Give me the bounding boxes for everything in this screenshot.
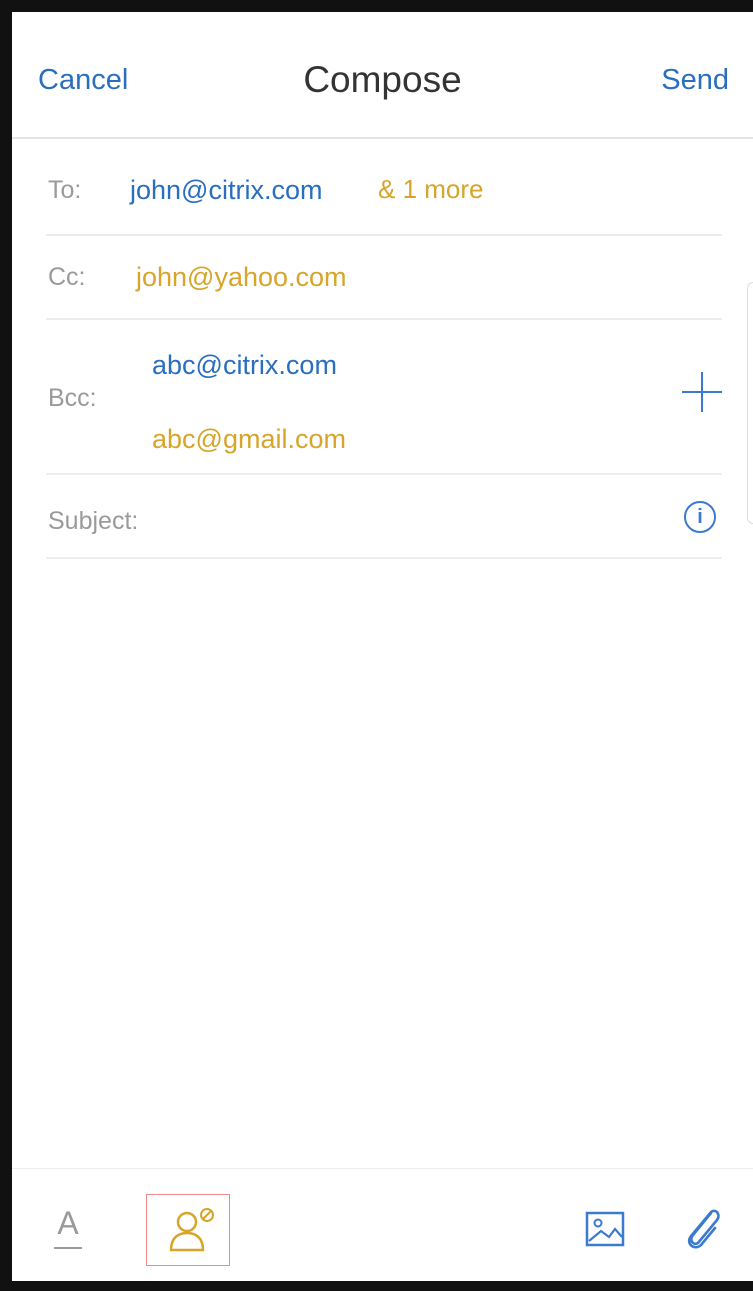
to-label: To: — [48, 176, 82, 204]
compose-header: Cancel Compose Send — [12, 12, 753, 139]
paperclip-icon[interactable] — [681, 1203, 725, 1251]
font-underline — [54, 1247, 82, 1249]
compose-toolbar: A — [12, 1168, 753, 1282]
page-title: Compose — [303, 59, 462, 100]
add-recipient-plus-icon[interactable] — [682, 372, 722, 412]
bcc-recipient-2[interactable]: abc@gmail.com — [152, 424, 346, 455]
contact-blocked-icon — [169, 1208, 214, 1252]
send-button[interactable]: Send — [661, 64, 729, 97]
subject-field[interactable]: Subject: i — [46, 475, 722, 559]
cc-field[interactable]: Cc: john@yahoo.com — [46, 236, 722, 320]
to-field[interactable]: To: john@citrix.com & 1 more — [46, 150, 722, 236]
contact-blocked-button[interactable] — [146, 1194, 230, 1266]
bcc-label: Bcc: — [48, 384, 97, 412]
to-more-link[interactable]: & 1 more — [378, 174, 484, 205]
cc-recipient[interactable]: john@yahoo.com — [136, 262, 347, 293]
to-recipient[interactable]: john@citrix.com — [130, 175, 322, 206]
subject-label: Subject: — [48, 507, 139, 535]
font-format-icon[interactable]: A — [54, 1205, 82, 1249]
bcc-field[interactable]: Bcc: abc@citrix.com abc@gmail.com — [46, 320, 722, 475]
image-icon[interactable] — [585, 1211, 625, 1247]
info-icon[interactable]: i — [684, 501, 716, 533]
cc-label: Cc: — [48, 263, 86, 291]
bcc-recipient-1[interactable]: abc@citrix.com — [152, 350, 337, 381]
side-panel-handle[interactable] — [747, 282, 753, 524]
font-glyph: A — [57, 1205, 79, 1241]
